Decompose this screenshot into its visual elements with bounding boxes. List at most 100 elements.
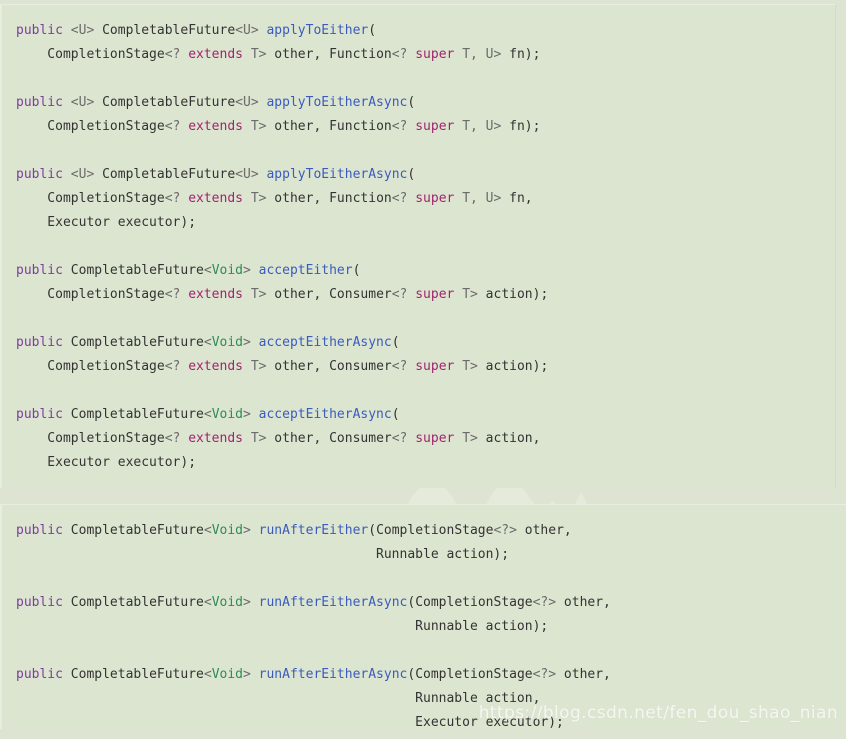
code-token-generic: <?> xyxy=(532,667,557,682)
code-token-generic: <U> xyxy=(235,167,259,182)
code-token-fn: runAfterEitherAsync xyxy=(258,667,408,682)
code-token-generic: T> xyxy=(462,359,478,374)
code-token-plain: action); xyxy=(477,359,549,374)
code-token-plain: ( xyxy=(352,263,361,278)
code-token-plain: action, xyxy=(477,691,541,706)
code-token-generic: <? xyxy=(391,287,408,302)
code-token-type: CompletionStage xyxy=(16,119,165,134)
code-token-generic: T, U> xyxy=(462,47,502,62)
page-bottom-strip xyxy=(0,729,846,739)
code-token-generic: T> xyxy=(250,191,267,206)
code-token-kw: public xyxy=(16,407,63,422)
code-token-plain: fn); xyxy=(501,119,541,134)
code-token-kw: public xyxy=(16,167,63,182)
code-token-mod: super xyxy=(415,47,455,62)
code-token-type: Consumer xyxy=(329,287,392,302)
code-token-generic: <? xyxy=(391,47,408,62)
code-token-void: Void xyxy=(211,523,243,538)
code-token-type: CompletableFuture xyxy=(70,263,204,278)
code-token-mod: super xyxy=(415,359,455,374)
code-token-fn: acceptEitherAsync xyxy=(258,407,392,422)
code-token-fn: applyToEitherAsync xyxy=(266,95,408,110)
code-token-void: Void xyxy=(211,667,243,682)
code-token-generic: < xyxy=(203,523,212,538)
code-token-type: Runnable xyxy=(16,619,478,634)
code-token-generic: T> xyxy=(250,119,267,134)
code-token-generic: < xyxy=(203,263,212,278)
code-token-generic: < xyxy=(203,407,212,422)
code-token-generic: T> xyxy=(462,431,478,446)
code-token-type: CompletionStage xyxy=(16,47,165,62)
code-token-generic: > xyxy=(243,523,251,538)
code-token-kw: public xyxy=(16,523,63,538)
code-token-type: CompletionStage xyxy=(16,431,165,446)
code-token-type: CompletionStage xyxy=(376,523,494,538)
code-token-generic: <U> xyxy=(235,23,259,38)
code-token-type: Executor xyxy=(16,715,478,729)
code-token-generic: T> xyxy=(250,431,267,446)
code-token-plain: ( xyxy=(407,167,416,182)
code-token-kw: public xyxy=(16,335,63,350)
code-token-type: Consumer xyxy=(329,431,392,446)
code-token-generic: <? xyxy=(164,287,181,302)
code-token-plain: executor); xyxy=(109,455,197,470)
code-token-kw: public xyxy=(16,23,63,38)
code-token-generic: T, U> xyxy=(462,191,502,206)
code-token-generic: < xyxy=(203,667,212,682)
code-token-plain: ( xyxy=(391,335,400,350)
code-token-generic: <? xyxy=(164,191,181,206)
code-token-generic: <? xyxy=(164,119,181,134)
code-token-plain: action); xyxy=(477,619,549,634)
code-token-generic: <? xyxy=(164,431,181,446)
code-token-plain: other, xyxy=(266,119,330,134)
code-token-generic: < xyxy=(203,335,212,350)
code-token-type: Function xyxy=(329,47,392,62)
code-token-plain: ( xyxy=(368,23,377,38)
code-token-plain: other, xyxy=(266,431,330,446)
code-token-type: CompletableFuture xyxy=(70,595,204,610)
code-token-plain: action, xyxy=(477,431,541,446)
code-token-generic: <U> xyxy=(70,167,95,182)
code-token-plain: ( xyxy=(368,523,377,538)
code-token-void: Void xyxy=(211,263,243,278)
code-token-mod: super xyxy=(415,191,455,206)
code-token-type: CompletionStage xyxy=(16,359,165,374)
code-token-generic: <? xyxy=(164,359,181,374)
code-token-kw: public xyxy=(16,595,63,610)
code-token-generic: <? xyxy=(391,359,408,374)
code-token-generic: <? xyxy=(391,431,408,446)
code-token-generic: <U> xyxy=(70,95,95,110)
code-token-plain: other, xyxy=(516,523,572,538)
code-token-fn: applyToEither xyxy=(266,23,369,38)
code-token-generic: T> xyxy=(462,287,478,302)
code-token-generic: <? xyxy=(391,119,408,134)
code-token-generic: T> xyxy=(250,47,267,62)
code-token-type: CompletableFuture xyxy=(70,667,204,682)
code-token-type: Runnable xyxy=(16,691,478,706)
code-token-fn: acceptEitherAsync xyxy=(258,335,392,350)
code-token-plain: ( xyxy=(407,95,416,110)
code-token-plain: executor); xyxy=(109,215,197,230)
code-token-void: Void xyxy=(211,335,243,350)
code-token-type: Function xyxy=(329,191,392,206)
code-token-type: CompletableFuture xyxy=(102,95,236,110)
code-token-generic: > xyxy=(243,407,251,422)
code-token-plain: ( xyxy=(391,407,400,422)
code-token-plain: executor); xyxy=(477,715,564,729)
code-token-plain: other, xyxy=(556,595,611,610)
